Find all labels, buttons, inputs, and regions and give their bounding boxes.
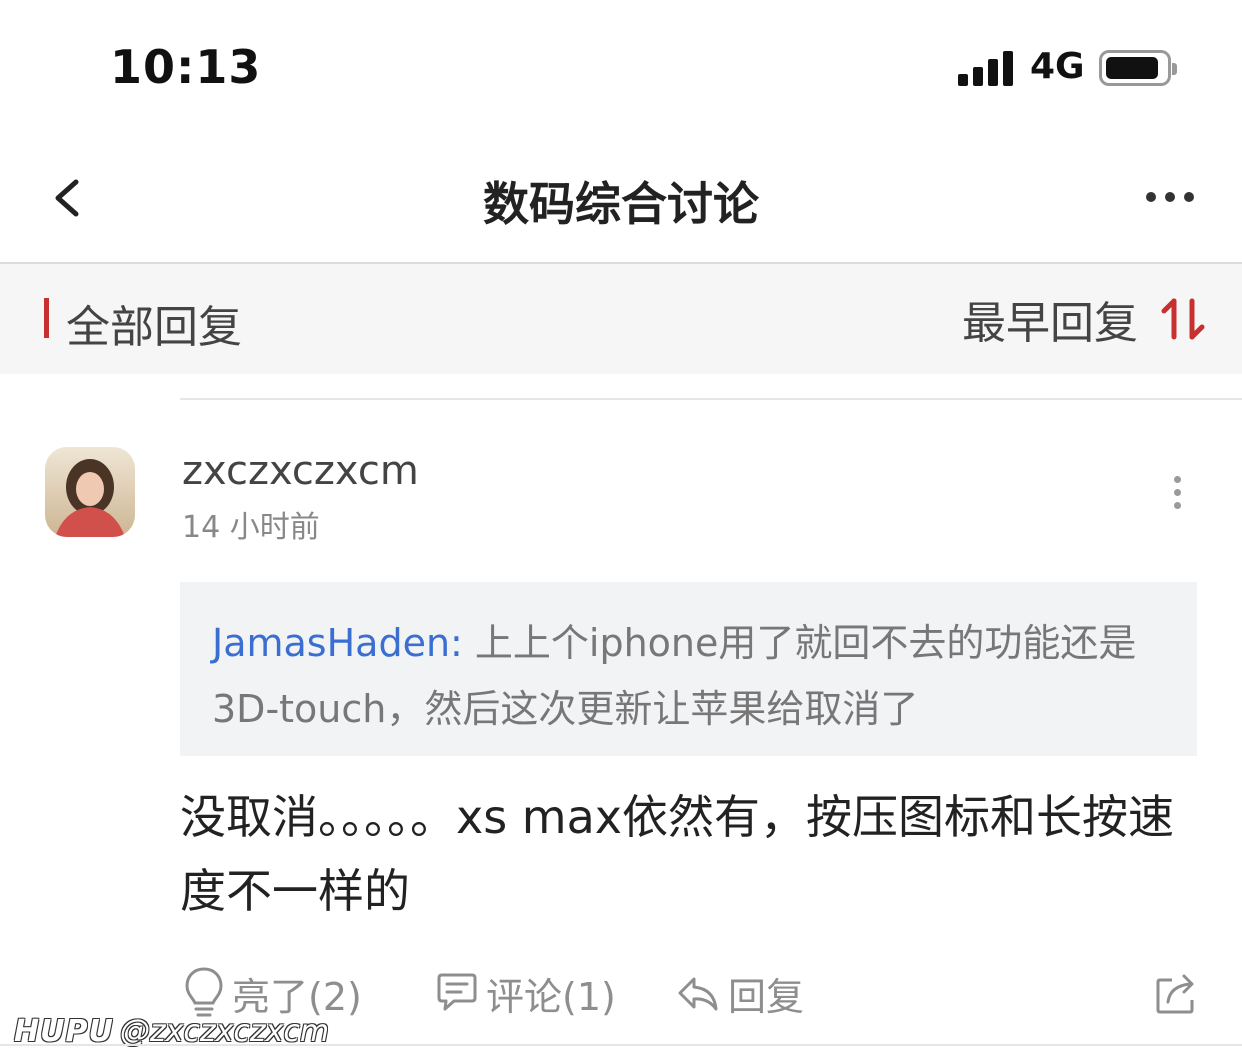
post-options-button[interactable] [1162,470,1192,514]
share-button[interactable] [1154,960,1208,1026]
section-title: 全部回复 [66,302,242,353]
reply-button[interactable]: 回复 [676,960,804,1026]
nav-bar: 数码综合讨论 [0,130,1242,264]
divider [180,398,1242,400]
comment-label: 评论(1) [486,974,616,1019]
reply-label: 回复 [728,974,805,1019]
sort-button[interactable]: 最早回复 [962,291,1206,349]
more-button[interactable] [1146,182,1194,212]
reply-icon [678,977,718,1011]
avatar[interactable] [45,447,135,537]
signal-icon [958,50,1014,86]
share-icon [1156,974,1194,1014]
network-type: 4G [1030,46,1085,87]
post-body: 没取消。。。。。xs max依然有，按压图标和长按速度不一样的 [180,790,1175,918]
battery-icon [1099,50,1177,86]
light-label: 亮了(2) [232,974,362,1019]
page-title: 数码综合讨论 [483,177,759,231]
status-bar: 10:13 4G [0,0,1242,130]
section-header: 全部回复 最早回复 [0,264,1242,374]
username[interactable]: zxczxczxcm [182,448,419,494]
lightbulb-icon [185,967,223,1017]
sort-label: 最早回复 [962,298,1138,349]
section-marker [44,298,49,338]
status-time: 10:13 [110,40,262,94]
quote-author[interactable]: JamasHaden: [212,621,463,665]
quoted-reply[interactable]: JamasHaden: 上上个iphone用了就回不去的功能还是 3D-touc… [180,582,1197,756]
post-time: 14 小时前 [182,510,320,545]
sort-icon [1161,298,1205,340]
comment-button[interactable]: 评论(1) [436,960,616,1026]
comment-icon [437,973,477,1011]
bottom-divider [0,1044,1242,1046]
